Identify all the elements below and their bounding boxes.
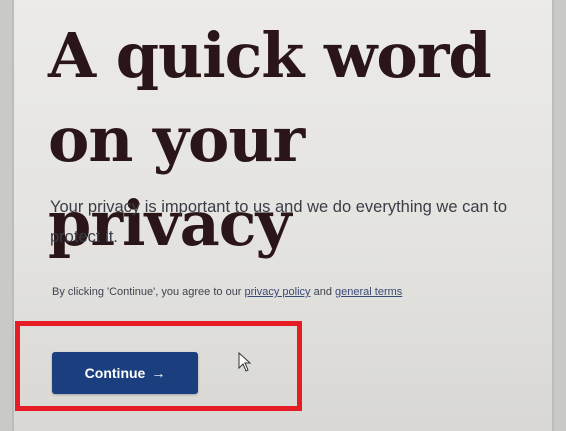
mouse-cursor-icon — [238, 352, 252, 372]
page-title-line-1: A quick word — [48, 19, 492, 92]
consent-middle: and — [310, 286, 336, 298]
consent-notice: By clicking 'Continue', you agree to our… — [52, 284, 562, 300]
continue-button-label: Continue — [84, 365, 146, 381]
general-terms-link[interactable]: general terms — [335, 286, 402, 298]
privacy-policy-link[interactable]: privacy policy — [245, 286, 311, 298]
continue-button[interactable]: Continue → — [52, 352, 198, 394]
arrow-right-icon: → — [151, 365, 166, 381]
privacy-statement: Your privacy is important to us and we d… — [50, 198, 508, 246]
consent-prefix: By clicking 'Continue', you agree to our — [52, 286, 245, 298]
